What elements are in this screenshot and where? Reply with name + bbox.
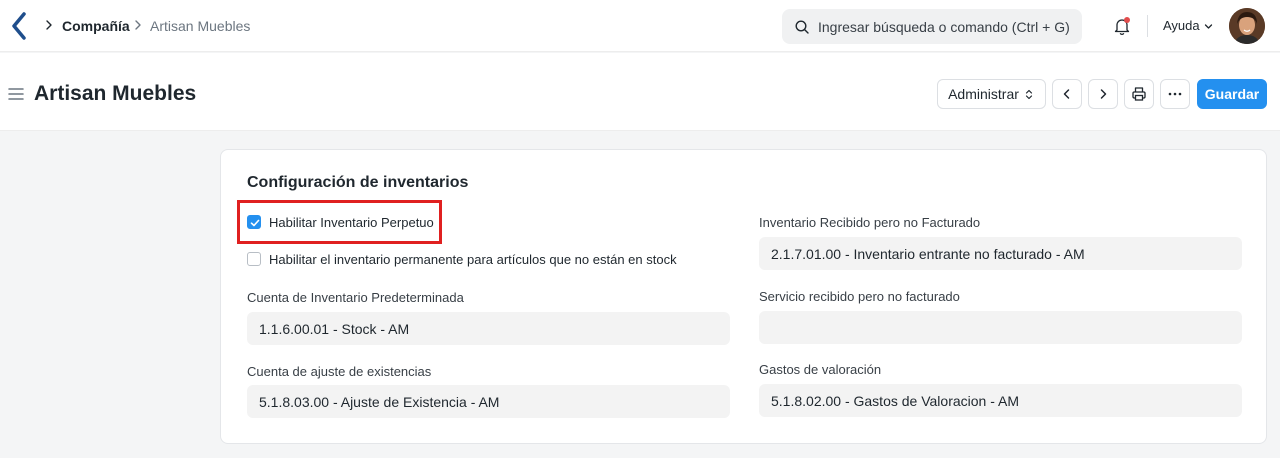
perpetual-inventory-checkbox-row[interactable]: Habilitar Inventario Perpetuo [247, 214, 434, 230]
avatar[interactable] [1229, 8, 1265, 44]
search-icon [795, 20, 809, 34]
admin-button-label: Administrar [948, 86, 1019, 102]
page-head: Artisan Muebles Administrar Guardar [0, 53, 1280, 131]
checkbox-label: Habilitar Inventario Perpetuo [269, 214, 434, 230]
service-received-not-billed-field[interactable] [759, 311, 1242, 344]
more-options-button[interactable] [1160, 79, 1190, 109]
breadcrumb-company[interactable]: Compañía [62, 17, 130, 35]
print-button[interactable] [1124, 79, 1154, 109]
non-stock-inventory-checkbox[interactable] [247, 252, 261, 266]
section-title: Configuración de inventarios [247, 174, 469, 191]
breadcrumb-current[interactable]: Artisan Muebles [150, 17, 250, 35]
field-label: Cuenta de Inventario Predeterminada [247, 290, 464, 305]
save-button[interactable]: Guardar [1197, 79, 1267, 109]
chevron-right-icon [1100, 89, 1107, 99]
search-input[interactable] [818, 9, 1076, 44]
help-menu[interactable]: Ayuda [1163, 18, 1200, 33]
sort-icon [1025, 89, 1033, 100]
field-label: Cuenta de ajuste de existencias [247, 364, 432, 379]
field-label: Servicio recibido pero no facturado [759, 289, 960, 304]
perpetual-inventory-checkbox[interactable] [247, 215, 261, 229]
page-title: Artisan Muebles [34, 82, 197, 105]
app-logo-icon[interactable] [12, 12, 26, 40]
notification-dot [1124, 17, 1130, 23]
chevron-left-icon [1063, 89, 1070, 99]
inventory-settings-card: Configuración de inventarios Habilitar I… [220, 149, 1267, 444]
ellipsis-icon [1168, 92, 1182, 96]
chevron-right-icon [44, 17, 54, 33]
printer-icon [1132, 87, 1146, 101]
stock-adjustment-account-field[interactable]: 5.1.8.03.00 - Ajuste de Existencia - AM [247, 385, 730, 418]
check-icon [250, 219, 260, 227]
default-inventory-account-field[interactable]: 1.1.6.00.01 - Stock - AM [247, 312, 730, 345]
field-label: Gastos de valoración [759, 362, 882, 377]
next-button[interactable] [1088, 79, 1118, 109]
admin-button[interactable]: Administrar [937, 79, 1046, 109]
navbar: Compañía Artisan Muebles Ayuda [0, 0, 1280, 52]
stock-received-not-billed-field[interactable]: 2.1.7.01.00 - Inventario entrante no fac… [759, 237, 1242, 270]
menu-icon[interactable] [8, 87, 24, 101]
previous-button[interactable] [1052, 79, 1082, 109]
navbar-divider [1147, 15, 1148, 37]
non-stock-inventory-checkbox-row[interactable]: Habilitar el inventario permanente para … [247, 251, 677, 267]
checkbox-label: Habilitar el inventario permanente para … [269, 251, 677, 267]
field-label: Inventario Recibido pero no Facturado [759, 215, 981, 230]
search-bar[interactable] [782, 9, 1082, 44]
chevron-down-icon[interactable] [1204, 22, 1213, 31]
chevron-right-icon [133, 17, 143, 33]
valuation-expenses-field[interactable]: 5.1.8.02.00 - Gastos de Valoracion - AM [759, 384, 1242, 417]
